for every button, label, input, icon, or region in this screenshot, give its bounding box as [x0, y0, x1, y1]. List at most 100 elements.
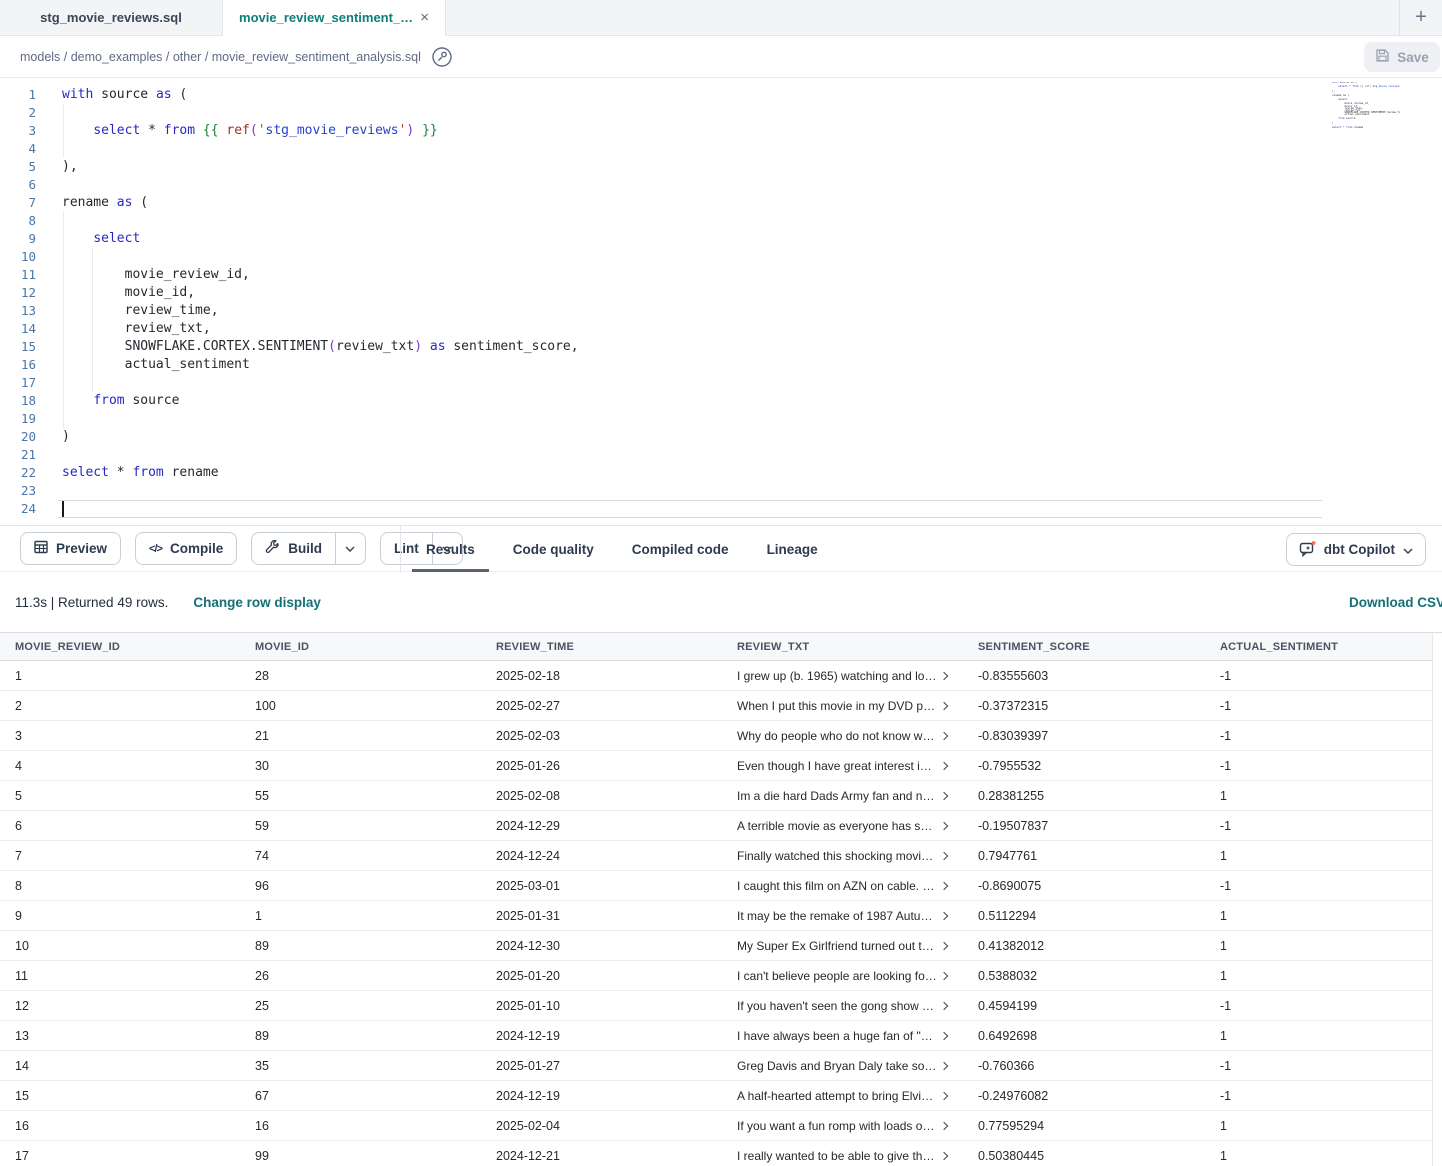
table-cell: 2024-12-21: [481, 1141, 722, 1166]
table-row: 5552025-02-08Im a die hard Dads Army fan…: [0, 781, 1432, 811]
expand-review-icon[interactable]: [940, 791, 948, 799]
expand-review-icon[interactable]: [940, 941, 948, 949]
code-line: select: [62, 230, 579, 248]
table-row: 13892024-12-19I have always been a huge …: [0, 1021, 1432, 1051]
expand-review-icon[interactable]: [940, 1031, 948, 1039]
compile-button[interactable]: </> Compile: [135, 532, 237, 565]
table-cell: 96: [240, 871, 481, 901]
column-header: MOVIE_REVIEW_ID: [0, 633, 240, 661]
line-number: 2: [0, 104, 36, 122]
code-editor[interactable]: 123456789101112131415161718192021222324 …: [0, 78, 1442, 525]
preview-button[interactable]: Preview: [20, 532, 121, 565]
table-row: 4302025-01-26Even though I have great in…: [0, 751, 1432, 781]
build-button[interactable]: Build: [251, 532, 366, 565]
expand-review-icon[interactable]: [940, 881, 948, 889]
review-text: If you haven't seen the gong show TV s..…: [737, 999, 937, 1013]
tab-lineage[interactable]: Lineage: [753, 526, 832, 572]
change-row-display-link[interactable]: Change row display: [193, 595, 321, 610]
table-cell: 1: [1205, 961, 1432, 991]
expand-review-icon[interactable]: [940, 1151, 948, 1159]
minimap[interactable]: with source as ( select * from {{ ref('s…: [1332, 82, 1400, 133]
code-content[interactable]: with source as ( select * from {{ ref('s…: [62, 86, 579, 518]
table-row: 12252025-01-10If you haven't seen the go…: [0, 991, 1432, 1021]
review-text: Im a die hard Dads Army fan and nothi...: [737, 789, 937, 803]
line-number: 24: [0, 500, 36, 518]
table-cell: 2025-02-08: [481, 781, 722, 811]
tab-label: Code quality: [513, 542, 594, 557]
table-cell: If you haven't seen the gong show TV s..…: [722, 991, 963, 1021]
copilot-chevron-down-icon: [1403, 542, 1413, 557]
table-row: 7742024-12-24Finally watched this shocki…: [0, 841, 1432, 871]
download-csv-link[interactable]: Download CSV: [1349, 595, 1442, 610]
tab-stg-movie-reviews[interactable]: stg_movie_reviews.sql: [0, 0, 223, 35]
expand-review-icon[interactable]: [940, 821, 948, 829]
table-cell: Im a die hard Dads Army fan and nothi...: [722, 781, 963, 811]
table-cell: 35: [240, 1051, 481, 1081]
compile-label: Compile: [170, 541, 223, 556]
table-cell: 15: [0, 1081, 240, 1111]
table-cell: 0.5112294: [963, 901, 1205, 931]
expand-review-icon[interactable]: [940, 1121, 948, 1129]
column-header: REVIEW_TXT: [722, 633, 963, 661]
review-text: I can't believe people are looking for a…: [737, 969, 937, 983]
code-line: select * from rename: [62, 464, 579, 482]
table-cell: 1: [240, 901, 481, 931]
line-number: 20: [0, 428, 36, 446]
save-button[interactable]: Save: [1364, 42, 1440, 72]
copilot-chat-icon: [1299, 540, 1316, 560]
table-row: 15672024-12-19A half-hearted attempt to …: [0, 1081, 1432, 1111]
wrench-icon: [265, 540, 280, 558]
code-line: [62, 248, 579, 266]
table-cell: A half-hearted attempt to bring Elvis P.…: [722, 1081, 963, 1111]
expand-review-icon[interactable]: [940, 761, 948, 769]
expand-review-icon[interactable]: [940, 671, 948, 679]
table-cell: 28: [240, 661, 481, 691]
table-cell: 21: [240, 721, 481, 751]
table-cell: It may be the remake of 1987 Autumn'...: [722, 901, 963, 931]
tab-code-quality[interactable]: Code quality: [499, 526, 608, 572]
expand-review-icon[interactable]: [940, 1001, 948, 1009]
table-cell: 3: [0, 721, 240, 751]
expand-review-icon[interactable]: [940, 971, 948, 979]
table-cell: 2025-01-26: [481, 751, 722, 781]
table-cell: 9: [0, 901, 240, 931]
table-cell: 89: [240, 1021, 481, 1051]
code-line: [1332, 131, 1400, 133]
expand-review-icon[interactable]: [940, 1091, 948, 1099]
expand-review-icon[interactable]: [940, 1061, 948, 1069]
tab-compiled-code[interactable]: Compiled code: [618, 526, 743, 572]
review-text: When I put this movie in my DVD playe...: [737, 699, 937, 713]
expand-review-icon[interactable]: [940, 701, 948, 709]
table-cell: -1: [1205, 991, 1432, 1021]
table-cell: 99: [240, 1141, 481, 1166]
build-dropdown-chevron-icon[interactable]: [335, 533, 365, 564]
expand-review-icon[interactable]: [940, 731, 948, 739]
table-cell: -0.83039397: [963, 721, 1205, 751]
table-cell: 17: [0, 1141, 240, 1166]
copilot-icon[interactable]: [431, 46, 453, 68]
new-tab-button[interactable]: +: [1400, 0, 1442, 35]
dbt-copilot-button[interactable]: dbt Copilot: [1286, 533, 1426, 566]
table-cell: 0.7947761: [963, 841, 1205, 871]
expand-review-icon[interactable]: [940, 851, 948, 859]
tab-results[interactable]: Results: [412, 526, 489, 572]
code-line: movie_id,: [62, 284, 579, 302]
table-cell: 16: [0, 1111, 240, 1141]
column-header: MOVIE_ID: [240, 633, 481, 661]
table-cell: 2024-12-19: [481, 1021, 722, 1051]
tab-movie-review-sentiment[interactable]: movie_review_sentiment_… ×: [223, 0, 446, 36]
close-tab-icon[interactable]: ×: [420, 10, 429, 25]
table-cell: 12: [0, 991, 240, 1021]
code-line: [62, 176, 579, 194]
code-line: [62, 500, 579, 518]
table-cell: -1: [1205, 721, 1432, 751]
table-cell: 2024-12-29: [481, 811, 722, 841]
code-line: review_time,: [62, 302, 579, 320]
table-cell: 25: [240, 991, 481, 1021]
table-cell: 2025-02-03: [481, 721, 722, 751]
code-line: select * from {{ ref('stg_movie_reviews'…: [62, 122, 579, 140]
expand-review-icon[interactable]: [940, 911, 948, 919]
code-icon: </>: [149, 543, 162, 555]
line-number: 14: [0, 320, 36, 338]
table-scrollbar-gutter[interactable]: [1432, 632, 1442, 1166]
